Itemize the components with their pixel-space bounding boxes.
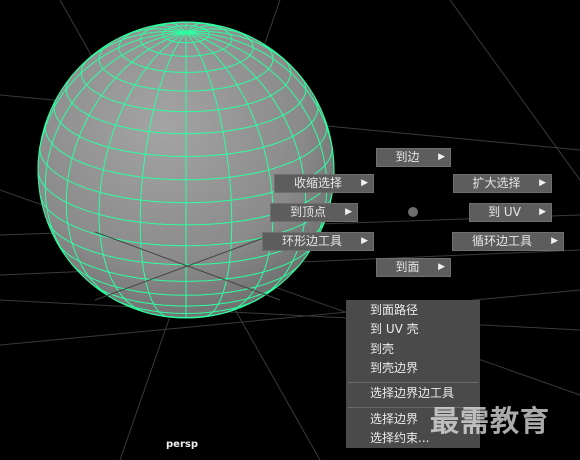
submenu-arrow-icon: ▶	[438, 152, 445, 162]
to-uv-button[interactable]: 到 UV ▶	[469, 203, 552, 222]
ring-edge-tool-button[interactable]: 环形边工具 ▶	[262, 232, 374, 251]
shrink-selection-button[interactable]: 收缩选择 ▶	[274, 174, 374, 193]
to-faces-button[interactable]: 到面 ▶	[376, 258, 451, 277]
menu-item-to-shell[interactable]: 到壳	[346, 340, 480, 359]
submenu-arrow-icon: ▶	[438, 262, 445, 272]
loop-edge-tool-button[interactable]: 循环边工具 ▶	[452, 232, 564, 251]
grow-selection-label: 扩大选择	[472, 176, 521, 190]
to-vertices-button[interactable]: 到顶点 ▶	[270, 203, 358, 222]
loop-edge-tool-label: 循环边工具	[471, 234, 532, 248]
submenu-arrow-icon: ▶	[539, 207, 546, 217]
menu-item-to-face-path[interactable]: 到面路径	[346, 301, 480, 320]
to-edges-label: 到边	[395, 150, 420, 164]
submenu-arrow-icon: ▶	[551, 236, 558, 246]
submenu-arrow-icon: ▶	[345, 207, 352, 217]
menu-divider	[348, 382, 478, 383]
submenu-arrow-icon: ▶	[361, 178, 368, 188]
grow-selection-button[interactable]: 扩大选择 ▶	[453, 174, 552, 193]
to-vertices-label: 到顶点	[289, 205, 326, 219]
to-uv-label: 到 UV	[488, 205, 521, 219]
camera-label: persp	[166, 439, 198, 450]
shrink-selection-label: 收缩选择	[293, 176, 342, 190]
menu-item-to-uv-shell[interactable]: 到 UV 壳	[346, 320, 480, 339]
menu-item-to-shell-border[interactable]: 到壳边界	[346, 359, 480, 378]
submenu-arrow-icon: ▶	[361, 236, 368, 246]
submenu-arrow-icon: ▶	[539, 178, 546, 188]
to-edges-button[interactable]: 到边 ▶	[376, 148, 451, 167]
perspective-viewport[interactable]	[0, 0, 580, 460]
to-faces-label: 到面	[395, 260, 420, 274]
marking-menu-center-dot	[408, 207, 418, 217]
ring-edge-tool-label: 环形边工具	[281, 234, 342, 248]
watermark-logo: 最需教育	[430, 404, 551, 438]
sphere-object[interactable]	[37, 21, 335, 319]
